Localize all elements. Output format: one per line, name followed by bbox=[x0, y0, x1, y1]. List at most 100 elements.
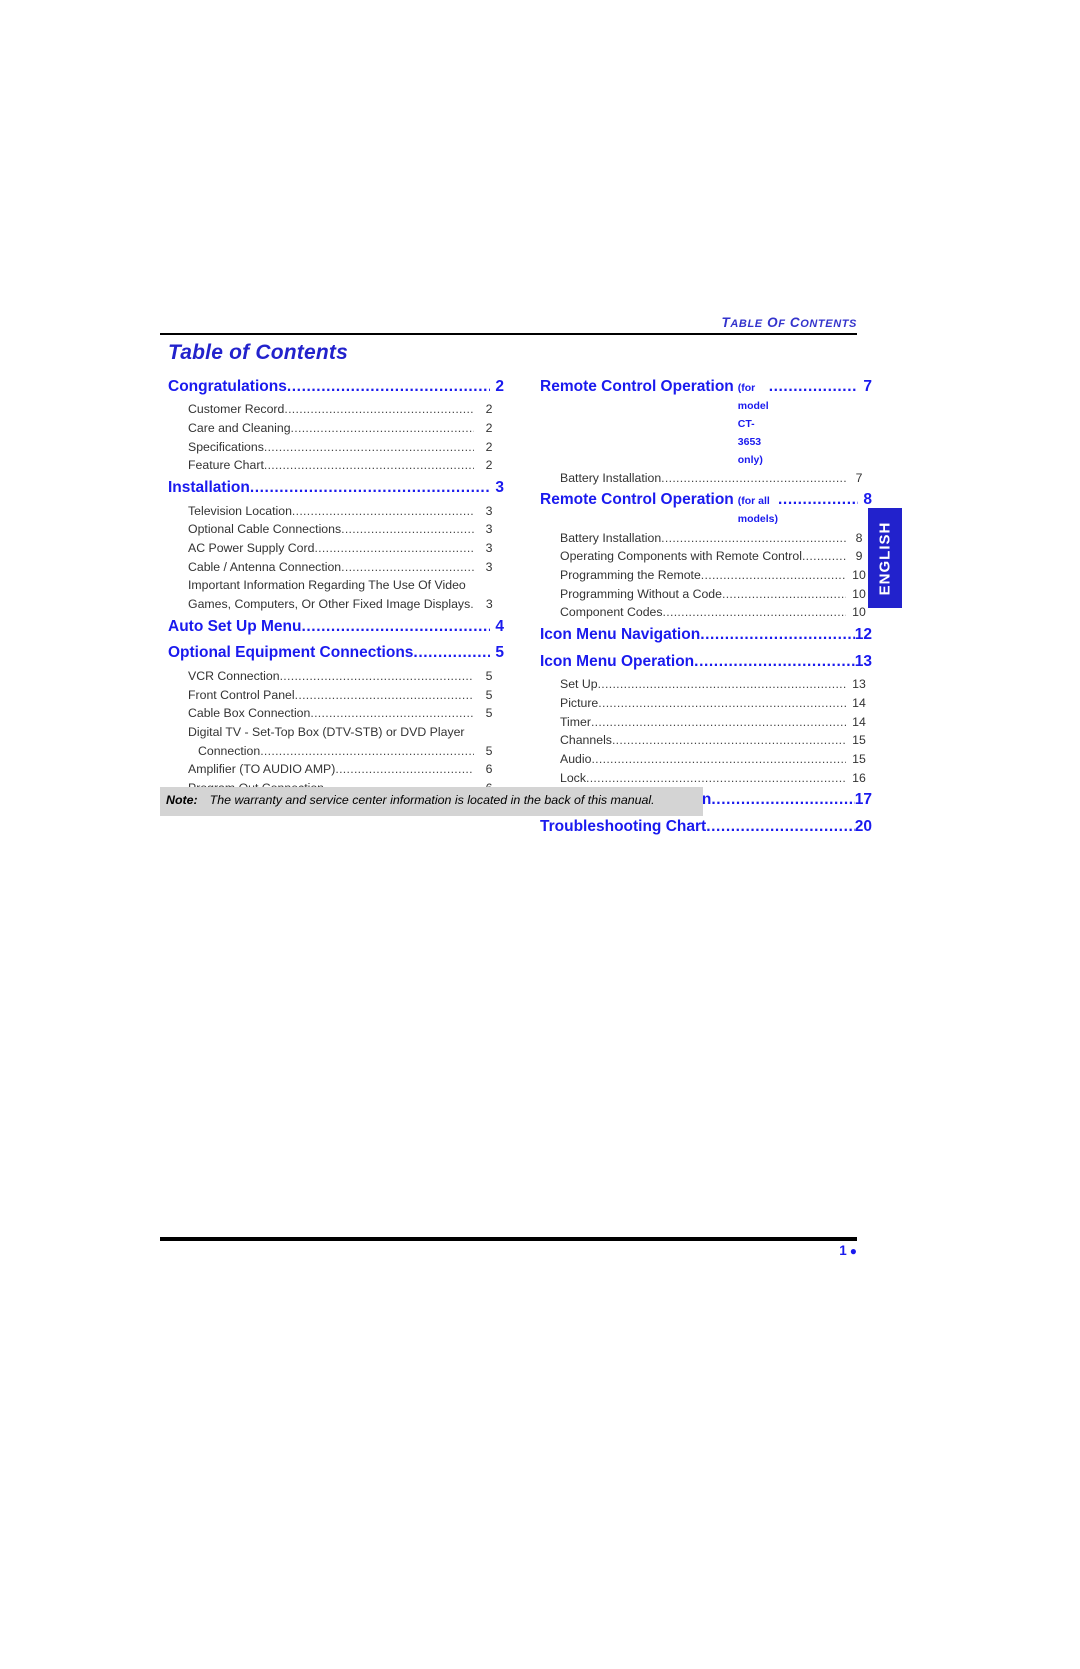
toc-entry-label: Icon Menu Operation bbox=[540, 652, 695, 670]
toc-entry-page-number: 13 bbox=[854, 652, 872, 670]
toc-entry-label: Connection bbox=[198, 743, 261, 758]
toc-entry-label: Troubleshooting Chart bbox=[540, 818, 707, 836]
toc-entry-sub[interactable]: VCR Connection..........................… bbox=[160, 667, 504, 686]
toc-entry-page-number: 16 bbox=[852, 770, 866, 785]
toc-entry-page-number: 4 bbox=[495, 617, 504, 635]
toc-entry-sub[interactable]: Picture.................................… bbox=[532, 694, 872, 713]
toc-entry-label: Cable Box Connection bbox=[188, 706, 311, 721]
toc-entry-sub[interactable]: Programming the Remote..................… bbox=[532, 566, 872, 585]
toc-entry-page-number: 5 bbox=[485, 743, 493, 758]
dot-leader: ........................................… bbox=[700, 625, 855, 643]
toc-left-column: Congratulations.........................… bbox=[160, 374, 510, 798]
manual-page: TABLE OF CONTENTS Table of Contents Cong… bbox=[0, 0, 1080, 1669]
toc-entry-main[interactable]: Remote Control Operation (for model CT-36… bbox=[532, 374, 872, 469]
toc-entry-sub[interactable]: Feature Chart...........................… bbox=[160, 456, 504, 475]
toc-entry-sub[interactable]: Programming Without a Code..............… bbox=[532, 585, 872, 604]
toc-entry-sub[interactable]: Optional Cable Connections..............… bbox=[160, 520, 504, 539]
toc-entry-page-number: 3 bbox=[485, 559, 493, 574]
toc-entry-label: Customer Record bbox=[188, 402, 285, 417]
toc-entry-page-number: 2 bbox=[485, 439, 493, 454]
toc-entry-label: Installation bbox=[168, 478, 250, 496]
toc-entry-label: Remote Control Operation bbox=[540, 377, 734, 395]
toc-entry-sub[interactable]: Lock....................................… bbox=[532, 769, 872, 788]
toc-entry-page-number: 15 bbox=[852, 752, 866, 767]
toc-entry-sub[interactable]: Television Location.....................… bbox=[160, 502, 504, 521]
toc-entry-label: Battery Installation bbox=[560, 530, 662, 545]
header-rule bbox=[160, 333, 857, 335]
toc-entry-main[interactable]: Auto Set Up Menu........................… bbox=[160, 614, 504, 641]
toc-entry-page-number: 3 bbox=[485, 597, 493, 611]
dot-leader: ........................................… bbox=[260, 743, 474, 758]
toc-entry-page-number: 2 bbox=[485, 402, 493, 417]
toc-entry-label: Cable / Antenna Connection bbox=[188, 559, 342, 574]
dot-leader: ........................................… bbox=[263, 458, 474, 473]
dot-leader: ........................................… bbox=[585, 770, 846, 785]
dot-leader: ........................................… bbox=[597, 677, 846, 692]
dot-leader: ........................................… bbox=[694, 652, 855, 670]
dot-leader: ........................................… bbox=[778, 491, 858, 509]
footer-bullet-icon: ● bbox=[849, 1244, 857, 1258]
dot-leader: ........................................… bbox=[284, 402, 474, 417]
dot-leader: ........................................… bbox=[335, 762, 474, 777]
dot-leader: ........................................… bbox=[286, 377, 490, 395]
toc-entry-sub[interactable]: Audio...................................… bbox=[532, 750, 872, 769]
toc-entry-sub[interactable]: Connection..............................… bbox=[160, 742, 504, 761]
dot-leader: ........................................… bbox=[294, 687, 474, 702]
toc-entry-main[interactable]: Icon Menu Operation.....................… bbox=[532, 649, 872, 676]
language-tab-label: ENGLISH bbox=[876, 521, 894, 595]
running-head-text: TABLE OF CONTENTS bbox=[721, 315, 857, 330]
toc-entry-label: Specifications bbox=[188, 439, 264, 454]
toc-entry-label: Timer bbox=[560, 714, 591, 729]
toc-entry-page-number: 2 bbox=[485, 458, 493, 473]
language-tab-english: ENGLISH bbox=[868, 508, 902, 608]
toc-entry-page-number: 3 bbox=[485, 503, 493, 518]
dot-leader: ........................................… bbox=[314, 540, 474, 555]
dot-leader: ........................................… bbox=[768, 377, 858, 395]
dot-leader: ........................................… bbox=[661, 530, 846, 545]
toc-entry-page-number: 13 bbox=[852, 677, 866, 692]
toc-entry-sub[interactable]: Timer...................................… bbox=[532, 713, 872, 732]
toc-entry-sub[interactable]: Battery Installation....................… bbox=[532, 529, 872, 548]
page-footer: 1 ● bbox=[160, 1243, 857, 1258]
toc-entry-sub[interactable]: Care and Cleaning.......................… bbox=[160, 419, 504, 438]
dot-leader: ........................................… bbox=[700, 567, 846, 582]
toc-entry-label: Feature Chart bbox=[188, 458, 264, 473]
toc-entry-main[interactable]: Remote Control Operation (for all models)… bbox=[532, 487, 872, 528]
dot-leader: ........................................… bbox=[341, 559, 474, 574]
note-label: Note: bbox=[166, 793, 198, 807]
footer-rule bbox=[160, 1237, 857, 1241]
toc-entry-label: Optional Cable Connections bbox=[188, 522, 342, 537]
dot-leader: ........................................… bbox=[611, 733, 846, 748]
dot-leader: ........................................… bbox=[291, 503, 474, 518]
toc-entry-sub[interactable]: Specifications..........................… bbox=[160, 438, 504, 457]
toc-entry-sub[interactable]: Component Codes.........................… bbox=[532, 603, 872, 622]
toc-entry-sub[interactable]: Cable Box Connection....................… bbox=[160, 704, 504, 723]
toc-entry-sub[interactable]: Battery Installation....................… bbox=[532, 469, 872, 488]
toc-entry-main[interactable]: Installation............................… bbox=[160, 475, 504, 502]
toc-entry-sub[interactable]: Cable / Antenna Connection..............… bbox=[160, 558, 504, 577]
toc-entry-main[interactable]: Congratulations.........................… bbox=[160, 374, 504, 401]
toc-entry-sub[interactable]: Set Up..................................… bbox=[532, 675, 872, 694]
toc-entry-label: Amplifier (TO AUDIO AMP) bbox=[188, 762, 336, 777]
dot-leader: ........................................… bbox=[279, 669, 474, 683]
toc-entry-main[interactable]: Troubleshooting Chart...................… bbox=[532, 814, 872, 841]
toc-entry-label: Icon Menu Navigation bbox=[540, 625, 701, 643]
toc-entry-sub[interactable]: Amplifier (TO AUDIO AMP)................… bbox=[160, 760, 504, 779]
toc-entry-sub[interactable]: AC Power Supply Cord....................… bbox=[160, 539, 504, 558]
toc-entry-sub[interactable]: Games, Computers, Or Other Fixed Image D… bbox=[160, 595, 504, 614]
toc-entry-main[interactable]: Icon Menu Navigation....................… bbox=[532, 622, 872, 649]
toc-entry-page-number: 5 bbox=[495, 644, 504, 662]
toc-entry-main[interactable]: Optional Equipment Connections..........… bbox=[160, 640, 504, 667]
toc-entry-label: AC Power Supply Cord bbox=[188, 540, 315, 555]
dot-leader: ........................................… bbox=[662, 605, 846, 620]
dot-leader: ........................................… bbox=[598, 695, 846, 710]
toc-entry-page-number: 14 bbox=[852, 714, 866, 729]
toc-entry-label: Congratulations bbox=[168, 377, 287, 395]
toc-entry-sub[interactable]: Channels................................… bbox=[532, 731, 872, 750]
toc-entry-page-number: 2 bbox=[485, 420, 493, 435]
toc-entry-page-number: 15 bbox=[852, 733, 866, 748]
toc-entry-sub[interactable]: Front Control Panel.....................… bbox=[160, 686, 504, 705]
toc-entry-sub[interactable]: Customer Record.........................… bbox=[160, 400, 504, 419]
toc-entry-sub[interactable]: Operating Components with Remote Control… bbox=[532, 547, 872, 566]
toc-entry-page-number: 3 bbox=[485, 540, 493, 555]
